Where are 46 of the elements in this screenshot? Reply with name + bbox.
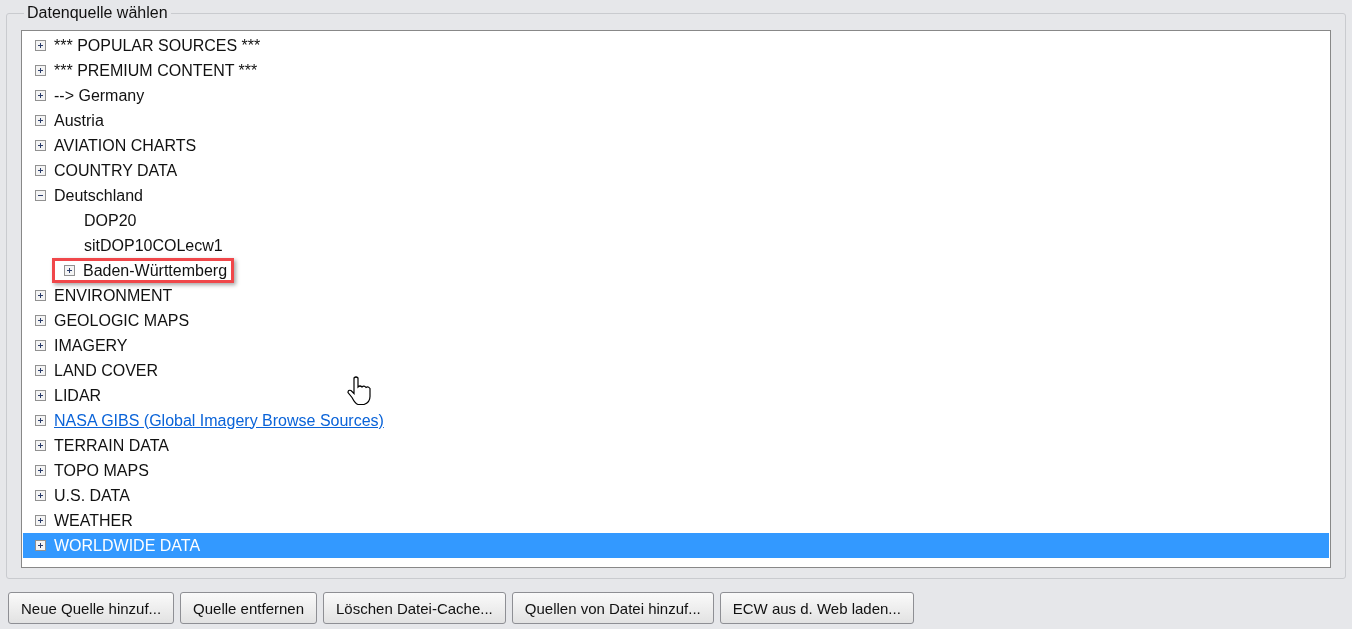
dialog-button[interactable]: Neue Quelle hinzuf...: [8, 592, 175, 624]
expand-icon[interactable]: [35, 65, 46, 76]
dialog-button[interactable]: Quellen von Datei hinzuf...: [511, 592, 714, 624]
expand-icon[interactable]: [35, 115, 46, 126]
tree-item[interactable]: sitDOP10COLecw1: [84, 236, 223, 255]
expand-icon[interactable]: [35, 365, 46, 376]
collapse-icon[interactable]: [35, 190, 46, 201]
tree-link[interactable]: NASA GIBS (Global Imagery Browse Sources): [54, 411, 384, 430]
tree-item[interactable]: U.S. DATA: [54, 486, 130, 505]
tree-item[interactable]: WEATHER: [54, 511, 133, 530]
tree-item[interactable]: --> Germany: [54, 86, 145, 105]
tree-item[interactable]: *** POPULAR SOURCES ***: [54, 36, 261, 55]
tree-item[interactable]: TERRAIN DATA: [54, 436, 169, 455]
dialog-button[interactable]: Löschen Datei-Cache...: [323, 592, 506, 624]
expand-icon[interactable]: [35, 90, 46, 101]
group-title: Datenquelle wählen: [26, 4, 169, 22]
expand-icon[interactable]: [35, 390, 46, 401]
expand-icon[interactable]: [35, 140, 46, 151]
tree-item[interactable]: IMAGERY: [54, 336, 128, 355]
hand-cursor-icon: [347, 376, 371, 406]
tree-item[interactable]: GEOLOGIC MAPS: [54, 311, 190, 330]
tree-item[interactable]: Deutschland: [54, 186, 143, 205]
tree-item[interactable]: *** PREMIUM CONTENT ***: [54, 61, 258, 80]
expand-icon[interactable]: [35, 40, 46, 51]
expand-icon[interactable]: [35, 415, 46, 426]
tree-item[interactable]: Baden-Württemberg: [83, 261, 228, 280]
tree-item[interactable]: LIDAR: [54, 386, 102, 405]
tree-item[interactable]: Austria: [54, 111, 104, 130]
expand-icon[interactable]: [35, 490, 46, 501]
expand-icon[interactable]: [35, 340, 46, 351]
tree-item[interactable]: LAND COVER: [54, 361, 159, 380]
tree-item[interactable]: ENVIRONMENT: [54, 286, 173, 305]
tree-item[interactable]: TOPO MAPS: [54, 461, 149, 480]
expand-icon[interactable]: [35, 290, 46, 301]
tree-item[interactable]: COUNTRY DATA: [54, 161, 178, 180]
expand-icon[interactable]: [35, 315, 46, 326]
expand-icon[interactable]: [35, 165, 46, 176]
expand-icon[interactable]: [35, 515, 46, 526]
expand-icon[interactable]: [35, 465, 46, 476]
expand-icon[interactable]: [35, 440, 46, 451]
expand-icon[interactable]: [35, 540, 46, 551]
dialog-button[interactable]: ECW aus d. Web laden...: [719, 592, 914, 624]
expand-icon[interactable]: [64, 265, 75, 276]
dialog-button[interactable]: Quelle entfernen: [180, 592, 317, 624]
tree-item[interactable]: DOP20: [84, 211, 137, 230]
tree-item[interactable]: AVIATION CHARTS: [54, 136, 197, 155]
